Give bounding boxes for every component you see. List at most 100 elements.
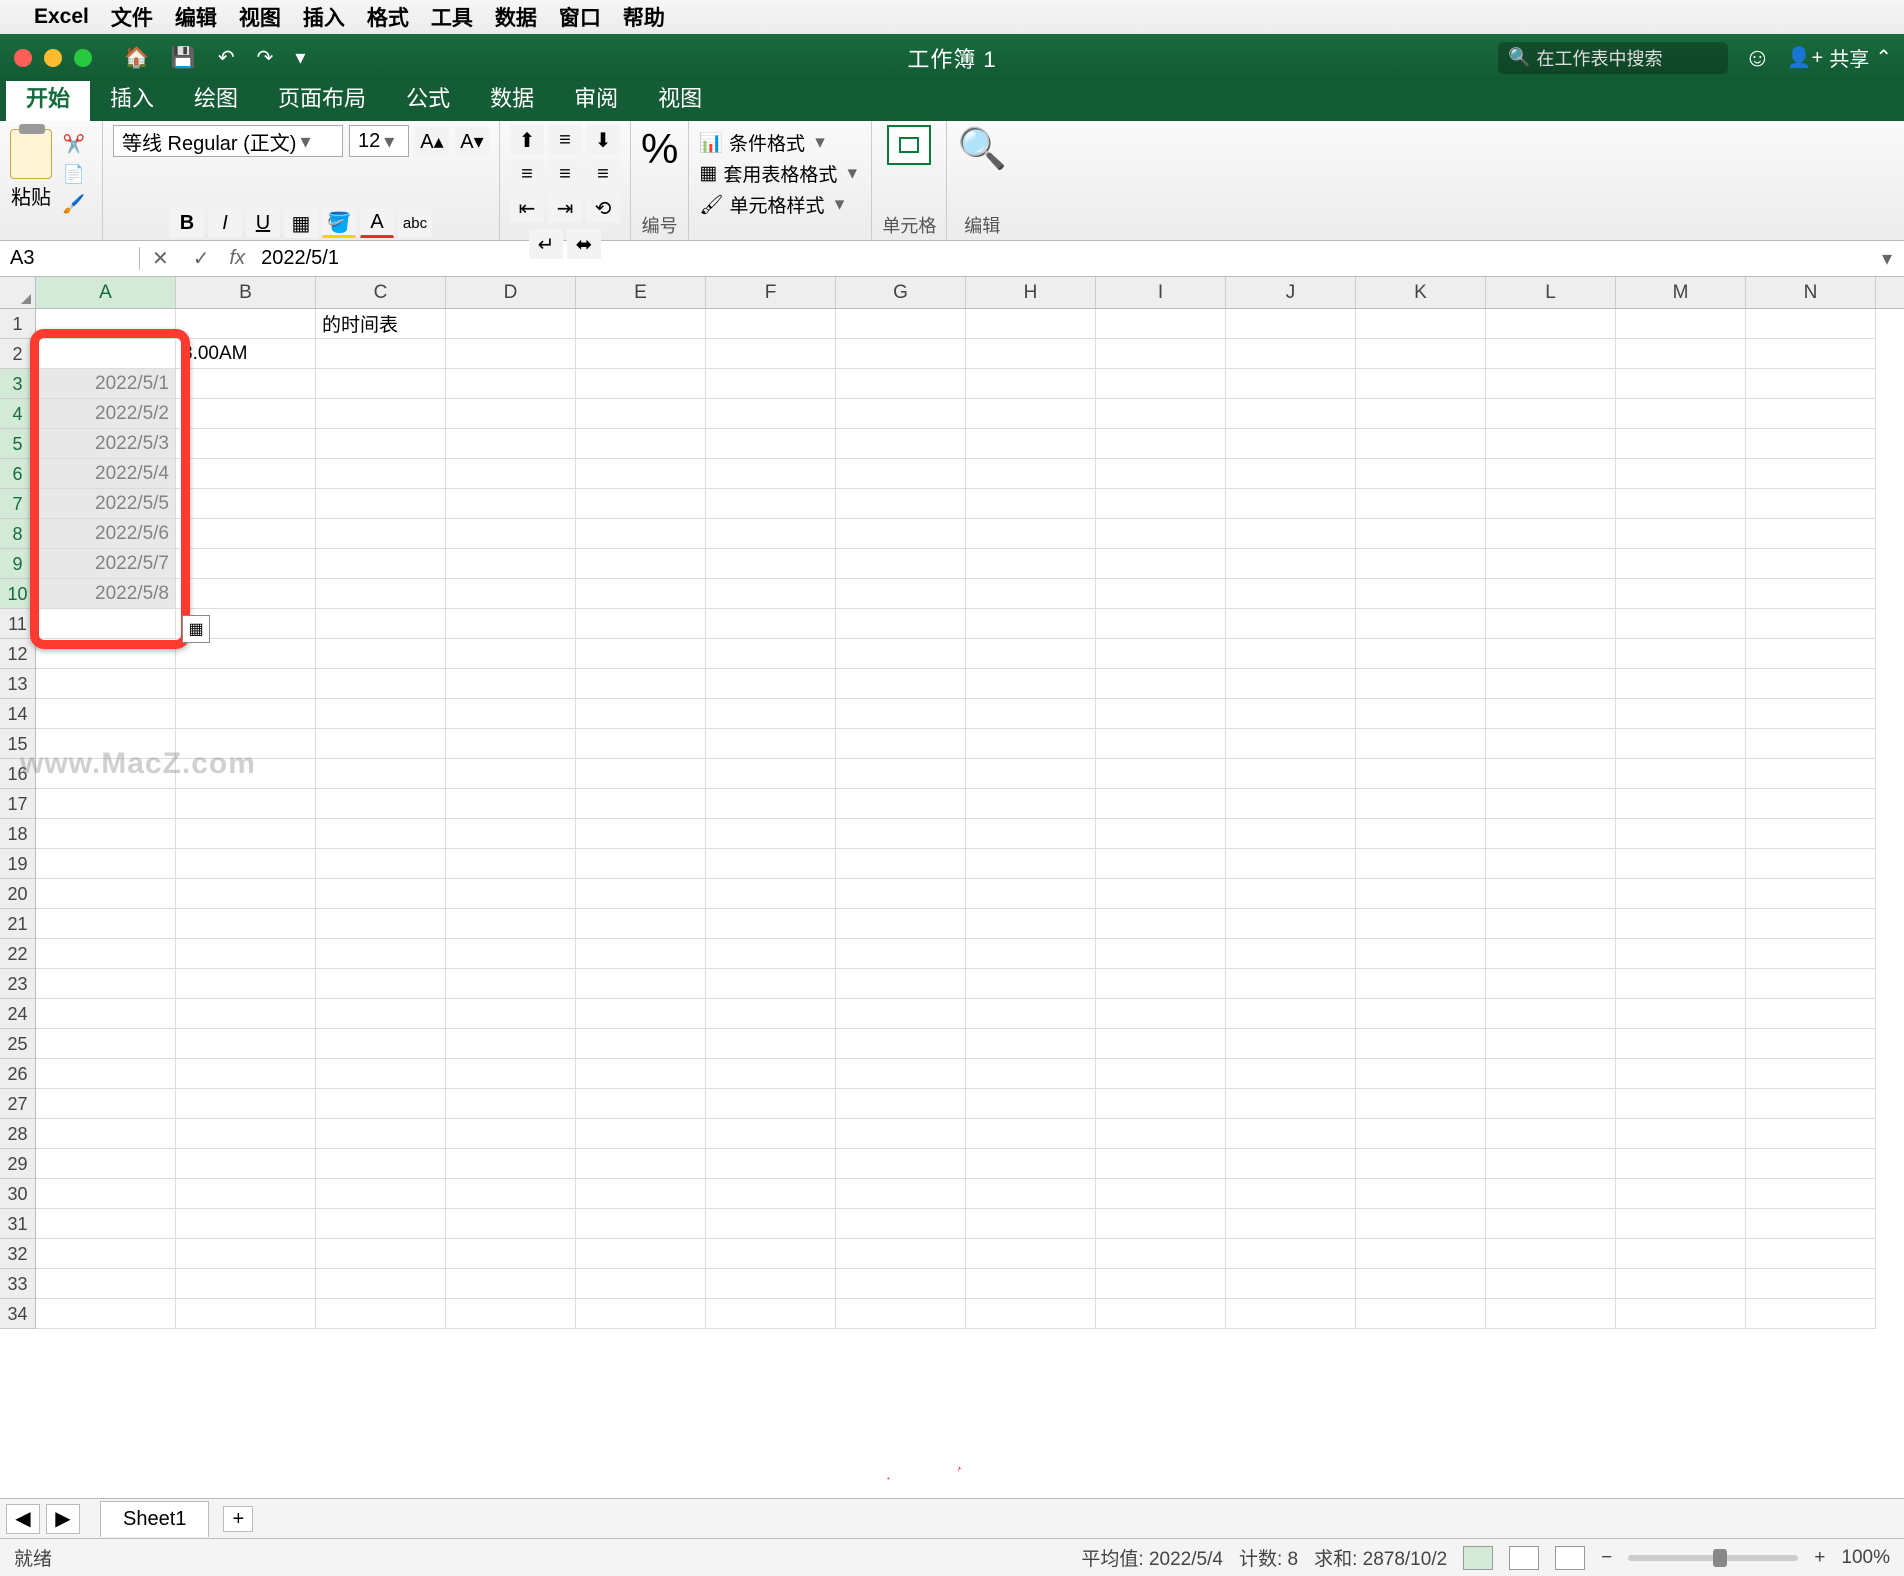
find-icon[interactable]: 🔍 [957,125,1007,172]
cell-G8[interactable] [836,519,966,549]
cell-J29[interactable] [1226,1149,1356,1179]
cell-E8[interactable] [576,519,706,549]
cell-B28[interactable] [176,1119,316,1149]
cell-L28[interactable] [1486,1119,1616,1149]
cell-N20[interactable] [1746,879,1876,909]
cell-N25[interactable] [1746,1029,1876,1059]
cell-M11[interactable] [1616,609,1746,639]
cell-E32[interactable] [576,1239,706,1269]
font-color-icon[interactable]: A [360,208,394,238]
cell-A9[interactable]: 2022/5/7 [36,549,176,579]
row-header-9[interactable]: 9 [0,549,35,579]
cell-C13[interactable] [316,669,446,699]
cell-B27[interactable] [176,1089,316,1119]
row-header-4[interactable]: 4 [0,399,35,429]
cell-L8[interactable] [1486,519,1616,549]
cell-H16[interactable] [966,759,1096,789]
cell-G9[interactable] [836,549,966,579]
cell-I28[interactable] [1096,1119,1226,1149]
copy-icon[interactable]: 📄 [60,163,88,185]
cell-H22[interactable] [966,939,1096,969]
cell-F22[interactable] [706,939,836,969]
row-header-27[interactable]: 27 [0,1089,35,1119]
cell-F19[interactable] [706,849,836,879]
cell-F30[interactable] [706,1179,836,1209]
cell-N31[interactable] [1746,1209,1876,1239]
cell-D18[interactable] [446,819,576,849]
cell-B6[interactable] [176,459,316,489]
cell-C20[interactable] [316,879,446,909]
row-header-25[interactable]: 25 [0,1029,35,1059]
cell-K17[interactable] [1356,789,1486,819]
decrease-font-icon[interactable]: A▾ [455,126,489,156]
cell-K20[interactable] [1356,879,1486,909]
cell-E26[interactable] [576,1059,706,1089]
cell-G17[interactable] [836,789,966,819]
indent-dec-icon[interactable]: ⇤ [510,193,544,223]
col-header-G[interactable]: G [836,277,966,308]
cell-K5[interactable] [1356,429,1486,459]
cell-H5[interactable] [966,429,1096,459]
cell-F10[interactable] [706,579,836,609]
font-size-combo[interactable]: 12▾ [349,125,409,157]
cell-D15[interactable] [446,729,576,759]
cell-B12[interactable] [176,639,316,669]
cell-J2[interactable] [1226,339,1356,369]
cell-D8[interactable] [446,519,576,549]
cell-K2[interactable] [1356,339,1486,369]
cell-F34[interactable] [706,1299,836,1329]
cell-C12[interactable] [316,639,446,669]
cell-A25[interactable] [36,1029,176,1059]
cell-L14[interactable] [1486,699,1616,729]
col-header-B[interactable]: B [176,277,316,308]
cell-C5[interactable] [316,429,446,459]
cell-B9[interactable] [176,549,316,579]
cell-N11[interactable] [1746,609,1876,639]
cell-M10[interactable] [1616,579,1746,609]
minimize-icon[interactable] [44,49,62,67]
col-header-A[interactable]: A [36,277,176,308]
cell-K10[interactable] [1356,579,1486,609]
cell-I32[interactable] [1096,1239,1226,1269]
fill-color-icon[interactable]: 🪣 [322,208,356,238]
cell-K11[interactable] [1356,609,1486,639]
col-header-E[interactable]: E [576,277,706,308]
cell-L32[interactable] [1486,1239,1616,1269]
cell-F18[interactable] [706,819,836,849]
cell-M27[interactable] [1616,1089,1746,1119]
cell-G14[interactable] [836,699,966,729]
cell-N24[interactable] [1746,999,1876,1029]
cell-N7[interactable] [1746,489,1876,519]
zoom-in-icon[interactable]: + [1814,1547,1825,1569]
table-format-button[interactable]: ▦套用表格格式▾ [699,160,861,187]
cell-H12[interactable] [966,639,1096,669]
cell-D27[interactable] [446,1089,576,1119]
cell-G27[interactable] [836,1089,966,1119]
cell-F6[interactable] [706,459,836,489]
cell-N16[interactable] [1746,759,1876,789]
menu-window[interactable]: 窗口 [559,2,601,32]
cell-C18[interactable] [316,819,446,849]
cell-K9[interactable] [1356,549,1486,579]
cell-E27[interactable] [576,1089,706,1119]
cell-M28[interactable] [1616,1119,1746,1149]
cell-L9[interactable] [1486,549,1616,579]
cell-I1[interactable] [1096,309,1226,339]
indent-inc-icon[interactable]: ⇥ [548,193,582,223]
cell-I33[interactable] [1096,1269,1226,1299]
cell-J6[interactable] [1226,459,1356,489]
cell-B32[interactable] [176,1239,316,1269]
cell-F8[interactable] [706,519,836,549]
row-header-34[interactable]: 34 [0,1299,35,1329]
cell-A20[interactable] [36,879,176,909]
cell-A34[interactable] [36,1299,176,1329]
cell-C27[interactable] [316,1089,446,1119]
cell-M18[interactable] [1616,819,1746,849]
row-header-8[interactable]: 8 [0,519,35,549]
cell-D10[interactable] [446,579,576,609]
cell-H25[interactable] [966,1029,1096,1059]
row-header-2[interactable]: 2 [0,339,35,369]
row-header-6[interactable]: 6 [0,459,35,489]
cell-G31[interactable] [836,1209,966,1239]
cell-H14[interactable] [966,699,1096,729]
